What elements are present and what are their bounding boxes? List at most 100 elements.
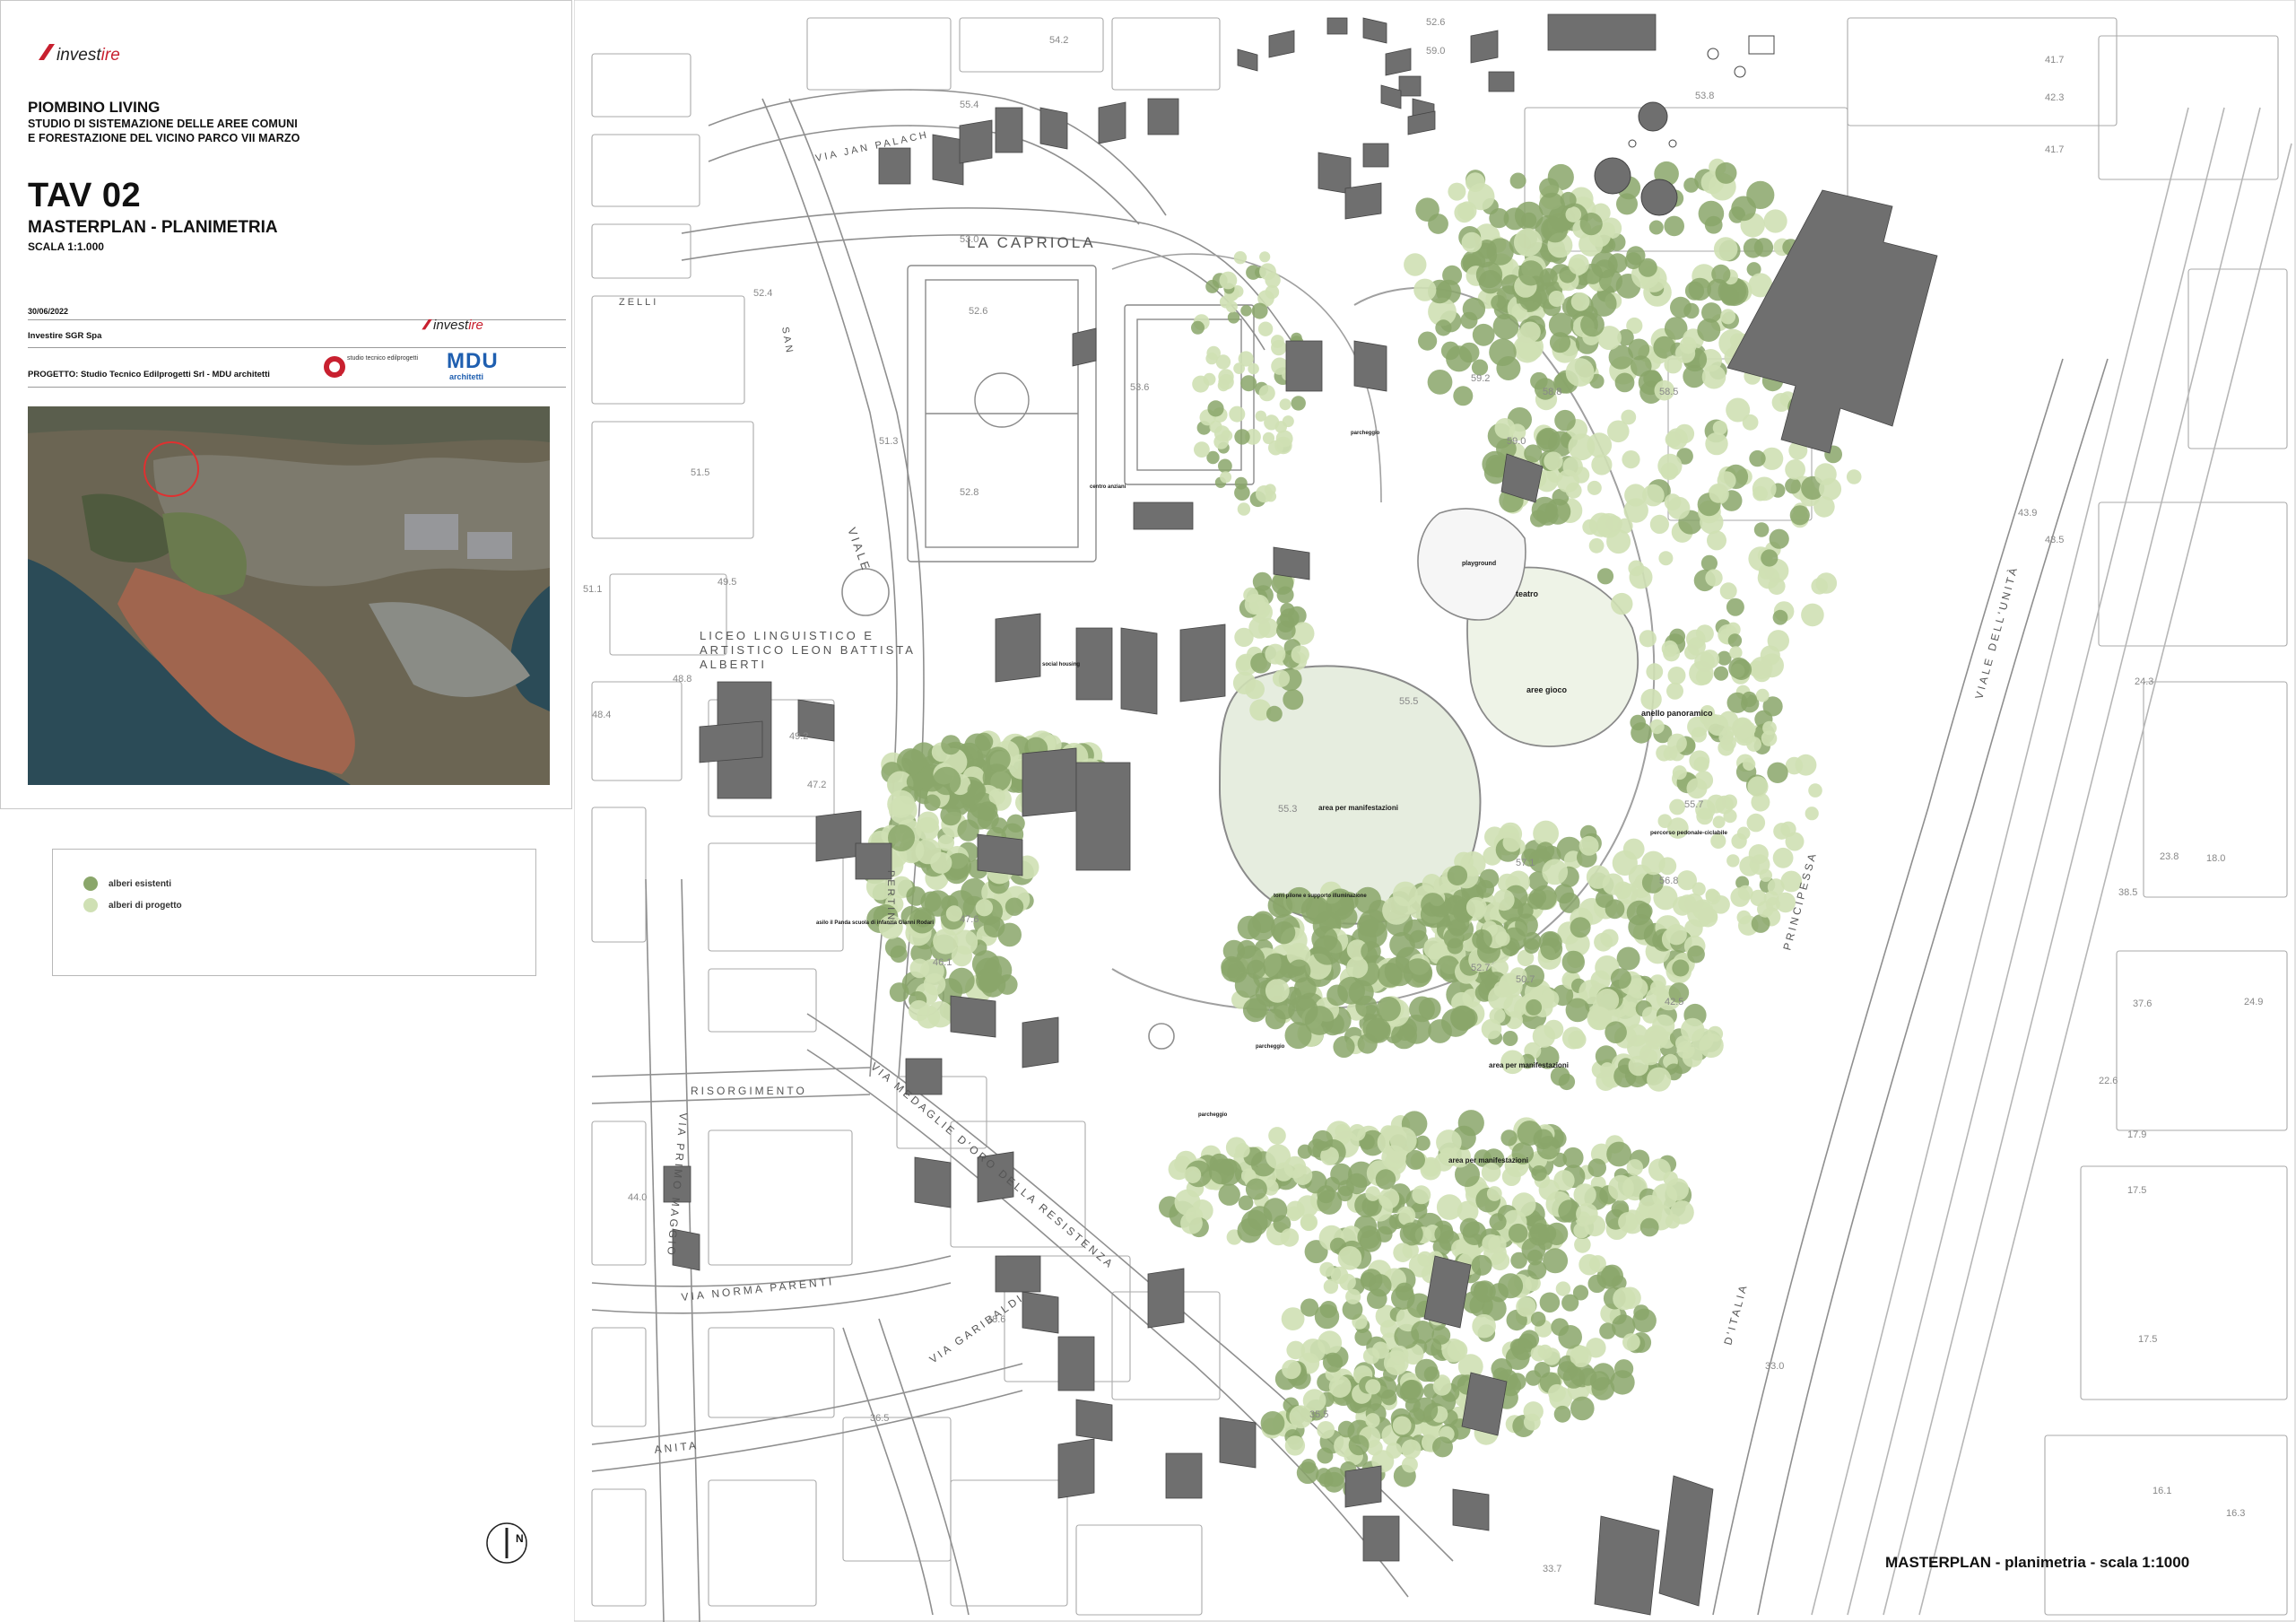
tree-project-icon bbox=[83, 898, 98, 912]
tree-project-icon bbox=[1548, 291, 1565, 307]
tree-existing-icon bbox=[1785, 477, 1801, 494]
tree-existing-icon bbox=[1562, 1147, 1584, 1169]
elevation-label: 59.0 bbox=[1426, 46, 1445, 57]
tree-project-icon bbox=[1763, 209, 1787, 233]
tree-project-icon bbox=[1219, 271, 1238, 290]
tree-existing-icon bbox=[1421, 893, 1445, 917]
tree-existing-icon bbox=[1519, 1330, 1540, 1349]
tree-project-icon bbox=[1543, 1347, 1561, 1365]
tree-project-icon bbox=[1393, 1243, 1413, 1262]
tree-project-icon bbox=[1256, 485, 1274, 503]
tree-project-icon bbox=[1606, 529, 1631, 554]
building bbox=[1385, 48, 1412, 76]
elevation-label: 51.5 bbox=[691, 467, 709, 478]
title-block: investire PIOMBINO LIVING STUDIO DI SIST… bbox=[0, 0, 572, 809]
tree-project-icon bbox=[909, 958, 930, 979]
tree-project-icon bbox=[1611, 592, 1633, 615]
tree-existing-icon bbox=[1741, 691, 1757, 708]
tree-existing-icon bbox=[1530, 1312, 1546, 1327]
tree-project-icon bbox=[1693, 756, 1709, 772]
tree-existing-icon bbox=[1610, 968, 1631, 990]
tree-existing-icon bbox=[1587, 1158, 1606, 1177]
tree-existing-icon bbox=[1297, 1144, 1312, 1159]
tree-existing-icon bbox=[1272, 921, 1296, 945]
label-pertini: PERTINI bbox=[885, 870, 896, 928]
tree-project-icon bbox=[1649, 514, 1669, 535]
label-area-manifestazioni: area per manifestazioni bbox=[1318, 804, 1398, 812]
tree-existing-icon bbox=[1614, 372, 1635, 393]
tree-project-icon bbox=[1235, 1143, 1250, 1158]
tree-project-icon bbox=[1561, 1026, 1585, 1050]
tree-existing-icon bbox=[1409, 996, 1435, 1023]
tree-project-icon bbox=[1492, 889, 1515, 911]
tree-project-icon bbox=[1686, 778, 1708, 799]
elevation-label: 36.5 bbox=[870, 1413, 889, 1424]
elevation-label: 52.7 bbox=[1471, 963, 1490, 973]
tree-existing-icon bbox=[1554, 409, 1576, 432]
tree-project-icon bbox=[1272, 669, 1291, 688]
tree-existing-icon bbox=[1610, 1370, 1635, 1395]
elevation-label: 16.3 bbox=[2226, 1508, 2245, 1519]
tree-existing-icon bbox=[977, 807, 999, 830]
tree-existing-icon bbox=[1526, 998, 1543, 1016]
tree-existing-icon bbox=[1557, 1361, 1578, 1382]
tree-project-icon bbox=[1447, 1339, 1468, 1361]
tree-existing-icon bbox=[1524, 444, 1543, 463]
building bbox=[995, 107, 1023, 153]
tree-existing-icon bbox=[1276, 620, 1296, 641]
tree-existing-icon bbox=[1473, 1281, 1493, 1302]
label-liceo-2: ARTISTICO LEON BATTISTA bbox=[700, 643, 916, 657]
tree-project-icon bbox=[1699, 1033, 1724, 1059]
elevation-label: 24.3 bbox=[2135, 676, 2153, 687]
tree-project-icon bbox=[1819, 477, 1842, 501]
tree-project-icon bbox=[1318, 1330, 1343, 1356]
tree-project-icon bbox=[1657, 814, 1673, 828]
tree-existing-icon bbox=[1539, 1292, 1561, 1313]
tree-project-icon bbox=[1576, 1202, 1598, 1225]
tree-project-icon bbox=[1772, 847, 1794, 868]
elevation-label: 41.7 bbox=[2045, 144, 2064, 155]
tree-existing-icon bbox=[1631, 355, 1652, 377]
tree-existing-icon bbox=[1544, 498, 1571, 525]
tree-existing-icon bbox=[1542, 217, 1569, 243]
tree-project-icon bbox=[1752, 663, 1771, 683]
masterplan-drawing: playground teatro aree gioco anello pano… bbox=[574, 0, 2296, 1622]
tree-project-icon bbox=[1465, 896, 1487, 918]
tree-existing-icon bbox=[1218, 1183, 1240, 1206]
city-block bbox=[708, 1327, 835, 1418]
tree-project-icon bbox=[1488, 1235, 1507, 1254]
city-block bbox=[708, 1129, 853, 1266]
tree-existing-icon bbox=[1442, 265, 1463, 285]
elevation-label: 24.9 bbox=[2244, 997, 2263, 1007]
tree-project-icon bbox=[951, 946, 972, 967]
label-risorgimento: RISORGIMENTO bbox=[691, 1085, 807, 1097]
elevation-label: 53.0 bbox=[960, 234, 978, 245]
tree-existing-icon bbox=[1435, 319, 1452, 336]
tree-project-icon bbox=[1392, 1416, 1412, 1435]
tree-project-icon bbox=[1237, 502, 1251, 516]
tree-existing-icon bbox=[1245, 1178, 1267, 1200]
tree-existing-icon bbox=[1761, 549, 1779, 567]
city-block bbox=[1111, 17, 1221, 91]
building bbox=[1039, 107, 1068, 150]
tree-existing-icon bbox=[1731, 196, 1756, 222]
city-block bbox=[591, 681, 683, 781]
elevation-label: 23.8 bbox=[2160, 851, 2179, 862]
tree-project-icon bbox=[1698, 907, 1718, 928]
label-liceo-3: ALBERTI bbox=[700, 658, 767, 671]
tree-project-icon bbox=[1541, 990, 1560, 1008]
tree-project-icon bbox=[1667, 667, 1686, 685]
tree-existing-icon bbox=[1415, 197, 1439, 222]
tree-project-icon bbox=[1737, 885, 1753, 901]
elevation-label: 47.6 bbox=[960, 914, 978, 925]
tree-existing-icon bbox=[1498, 1273, 1524, 1299]
tree-existing-icon bbox=[1240, 305, 1252, 317]
tree-existing-icon bbox=[1638, 257, 1657, 277]
city-block bbox=[950, 1479, 1068, 1607]
city-block bbox=[591, 53, 691, 118]
label-percorso-pedonale: percorso pedonale-ciclabile bbox=[1650, 830, 1727, 836]
tree-existing-icon bbox=[1596, 568, 1614, 585]
tree-existing-icon bbox=[1236, 945, 1265, 975]
tree-project-icon bbox=[1746, 813, 1766, 833]
project-credit: PROGETTO: Studio Tecnico Edilprogetti Sr… bbox=[28, 370, 270, 379]
